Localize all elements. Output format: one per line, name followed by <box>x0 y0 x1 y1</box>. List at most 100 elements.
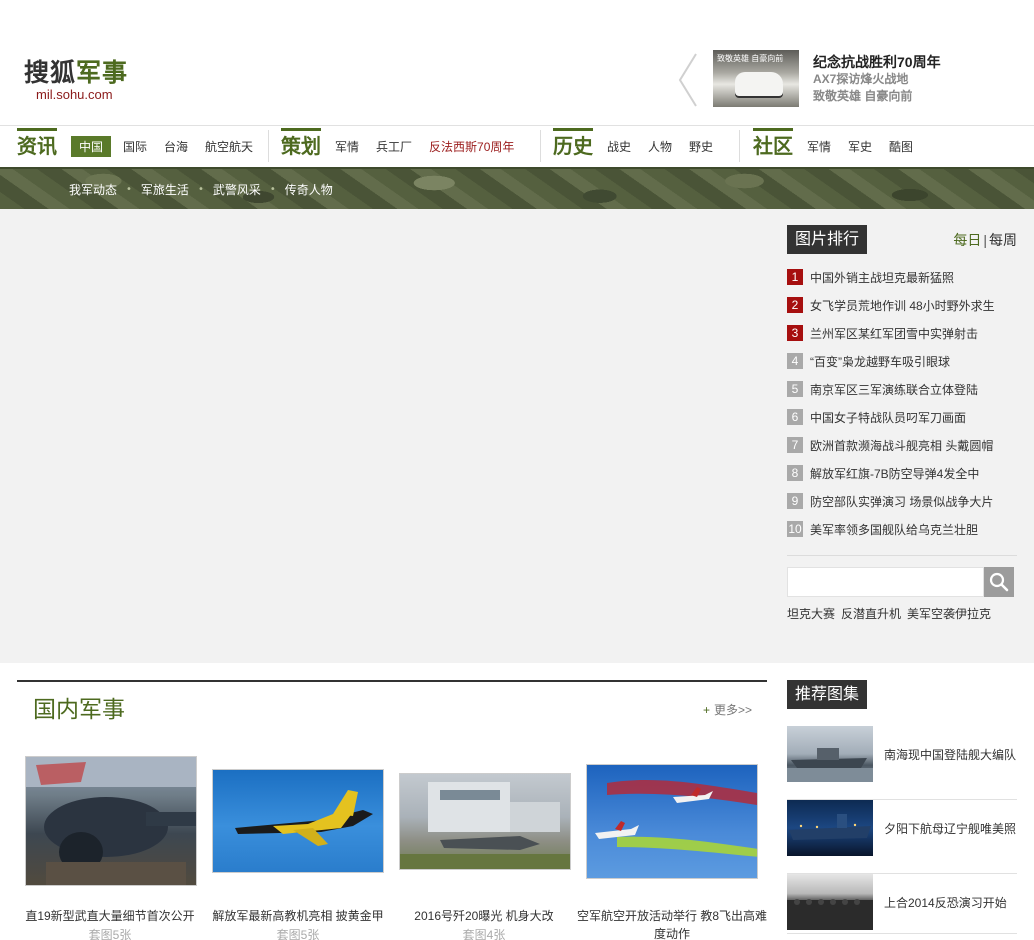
tab-daily[interactable]: 每日 <box>953 232 981 248</box>
hot-tag[interactable]: 坦克大赛 <box>787 605 835 622</box>
search-icon <box>989 572 1009 592</box>
section-title[interactable]: 国内军事 <box>33 694 125 724</box>
subnav-item-armed-police[interactable]: 武警风采 <box>213 181 261 198</box>
subnav: 我军动态 • 军旅生活 • 武警风采 • 传奇人物 <box>69 181 333 198</box>
nav-item-cool-pics[interactable]: 酷图 <box>889 136 913 157</box>
card-title[interactable]: 2016号歼20曝光 机身大改 <box>389 907 579 925</box>
recommend-link[interactable]: 南海现中国登陆舰大编队 <box>884 746 1016 763</box>
troops-illustration <box>787 899 873 930</box>
nav-head-history[interactable]: 历史 <box>553 127 593 159</box>
nav-item-military-intel[interactable]: 军情 <box>335 136 359 157</box>
card-count: 套图4张 <box>462 928 506 940</box>
list-item[interactable]: 1 中国外销主战坦克最新猛照 <box>787 263 1017 291</box>
card-count: 套图5张 <box>88 928 132 940</box>
list-item[interactable]: 6 中国女子特战队员叼军刀画面 <box>787 403 1017 431</box>
rank-link[interactable]: 女飞学员荒地作训 48小时野外求生 <box>810 297 995 314</box>
rank-link[interactable]: 南京军区三军演练联合立体登陆 <box>810 381 978 398</box>
card-title[interactable]: 空军航空开放活动举行 教8飞出高难度动作 <box>577 907 767 940</box>
rank-number: 2 <box>787 297 803 313</box>
airshow-illustration <box>595 780 757 857</box>
nav-item-aerospace[interactable]: 航空航天 <box>205 136 253 157</box>
rank-link[interactable]: 中国外销主战坦克最新猛照 <box>810 269 954 286</box>
logo-url: mil.sohu.com <box>36 87 113 102</box>
more-label: 更多>> <box>714 703 753 717</box>
list-item[interactable]: 3 兰州军区某红军团雪中实弹射击 <box>787 319 1017 347</box>
list-item[interactable]: 10 美军率领多国舰队给乌克兰壮胆 <box>787 515 1017 543</box>
nav-group-community: 社区 军情 军史 酷图 <box>753 126 930 166</box>
recommend-thumb[interactable] <box>787 800 873 856</box>
card-image-helicopter[interactable] <box>25 756 197 886</box>
rank-link[interactable]: 兰州军区某红军团雪中实弹射击 <box>810 325 978 342</box>
car-shape <box>735 72 783 96</box>
nav-item-figures[interactable]: 人物 <box>648 136 672 157</box>
rank-link[interactable]: 防空部队实弹演习 场景似战争大片 <box>810 493 993 510</box>
nav-divider <box>739 130 740 162</box>
rank-number: 4 <box>787 353 803 369</box>
subnav-separator: • <box>269 184 276 195</box>
nav-head-community[interactable]: 社区 <box>753 127 793 159</box>
nav-item-anti-fascist-70[interactable]: 反法西斯70周年 <box>429 136 514 157</box>
promo-image[interactable]: 致敬英雄 自豪向前 <box>713 50 799 107</box>
chevron-left-icon[interactable] <box>676 52 698 108</box>
list-item[interactable]: 2 女飞学员荒地作训 48小时野外求生 <box>787 291 1017 319</box>
list-item[interactable]: 上合2014反恐演习开始 <box>787 874 1017 934</box>
card-title[interactable]: 直19新型武直大量细节首次公开 <box>15 907 205 925</box>
nav-divider <box>268 130 269 162</box>
section-rule <box>17 680 767 682</box>
nav-head-features[interactable]: 策划 <box>281 127 321 159</box>
search-button[interactable] <box>984 567 1014 597</box>
more-link[interactable]: + 更多>> <box>703 701 752 718</box>
list-item[interactable]: 7 欧洲首款濒海战斗舰亮相 头戴圆帽 <box>787 431 1017 459</box>
hot-tag[interactable]: 反潜直升机 <box>841 605 901 622</box>
search-input[interactable] <box>787 567 984 597</box>
list-item[interactable]: 5 南京军区三军演练联合立体登陆 <box>787 375 1017 403</box>
ranking-list: 1 中国外销主战坦克最新猛照 2 女飞学员荒地作训 48小时野外求生 3 兰州军区某红… <box>787 263 1017 543</box>
rank-number: 7 <box>787 437 803 453</box>
nav-item-community-intel[interactable]: 军情 <box>807 136 831 157</box>
rank-number: 1 <box>787 269 803 285</box>
promo-text[interactable]: 纪念抗战胜利70周年 AX7探访烽火战地 致敬英雄 自豪向前 <box>813 53 941 105</box>
subnav-item-army-news[interactable]: 我军动态 <box>69 181 117 198</box>
recommend-link[interactable]: 上合2014反恐演习开始 <box>884 894 1007 911</box>
tab-weekly[interactable]: 每周 <box>989 232 1017 248</box>
nav-item-arsenal[interactable]: 兵工厂 <box>376 136 412 157</box>
nav-head-news[interactable]: 资讯 <box>17 127 57 159</box>
card-title[interactable]: 解放军最新高教机亮相 披黄金甲 <box>203 907 393 925</box>
rank-link[interactable]: 欧洲首款濒海战斗舰亮相 头戴圆帽 <box>810 437 993 454</box>
rank-number: 6 <box>787 409 803 425</box>
rank-link[interactable]: “百变”枭龙越野车吸引眼球 <box>810 353 950 370</box>
nav-item-community-history[interactable]: 军史 <box>848 136 872 157</box>
list-item[interactable]: 9 防空部队实弹演习 场景似战争大片 <box>787 487 1017 515</box>
rank-link[interactable]: 中国女子特战队员叼军刀画面 <box>810 409 966 426</box>
rank-link[interactable]: 美军率领多国舰队给乌克兰壮胆 <box>810 521 978 538</box>
recommend-thumb[interactable] <box>787 874 873 930</box>
card-image-airshow[interactable] <box>586 764 758 879</box>
card-image-j20[interactable] <box>399 773 571 870</box>
nav-item-international[interactable]: 国际 <box>123 136 147 157</box>
promo-line-2[interactable]: 致敬英雄 自豪向前 <box>813 88 941 105</box>
hot-tag[interactable]: 美军空袭伊拉克 <box>907 605 991 622</box>
nav-item-taiwan-strait[interactable]: 台海 <box>164 136 188 157</box>
card-count: 套图5张 <box>276 928 320 940</box>
subnav-item-military-life[interactable]: 军旅生活 <box>141 181 189 198</box>
nav-item-unofficial-history[interactable]: 野史 <box>689 136 713 157</box>
promo-title[interactable]: 纪念抗战胜利70周年 <box>813 53 941 71</box>
list-item[interactable]: 4 “百变”枭龙越野车吸引眼球 <box>787 347 1017 375</box>
recommend-title: 推荐图集 <box>787 680 868 709</box>
list-item[interactable]: 8 解放军红旗-7B防空导弹4发全中 <box>787 459 1017 487</box>
recommend-link[interactable]: 夕阳下航母辽宁舰唯美照 <box>884 820 1016 837</box>
card-image-trainer-jet[interactable] <box>212 769 384 873</box>
list-item[interactable]: 夕阳下航母辽宁舰唯美照 <box>787 800 1017 874</box>
subnav-item-legends[interactable]: 传奇人物 <box>285 181 333 198</box>
nav-item-war-history[interactable]: 战史 <box>607 136 631 157</box>
helicopter-illustration <box>26 757 196 885</box>
promo-line-1[interactable]: AX7探访烽火战地 <box>813 71 941 88</box>
list-item[interactable]: 南海现中国登陆舰大编队 <box>787 726 1017 800</box>
recommend-thumb[interactable] <box>787 726 873 782</box>
ship-illustration <box>787 748 873 782</box>
rank-link[interactable]: 解放军红旗-7B防空导弹4发全中 <box>810 465 979 482</box>
site-logo[interactable]: 搜狐军事 mil.sohu.com <box>24 58 128 102</box>
divider <box>787 555 1017 556</box>
j20-illustration <box>400 782 570 869</box>
nav-item-china[interactable]: 中国 <box>71 135 112 157</box>
